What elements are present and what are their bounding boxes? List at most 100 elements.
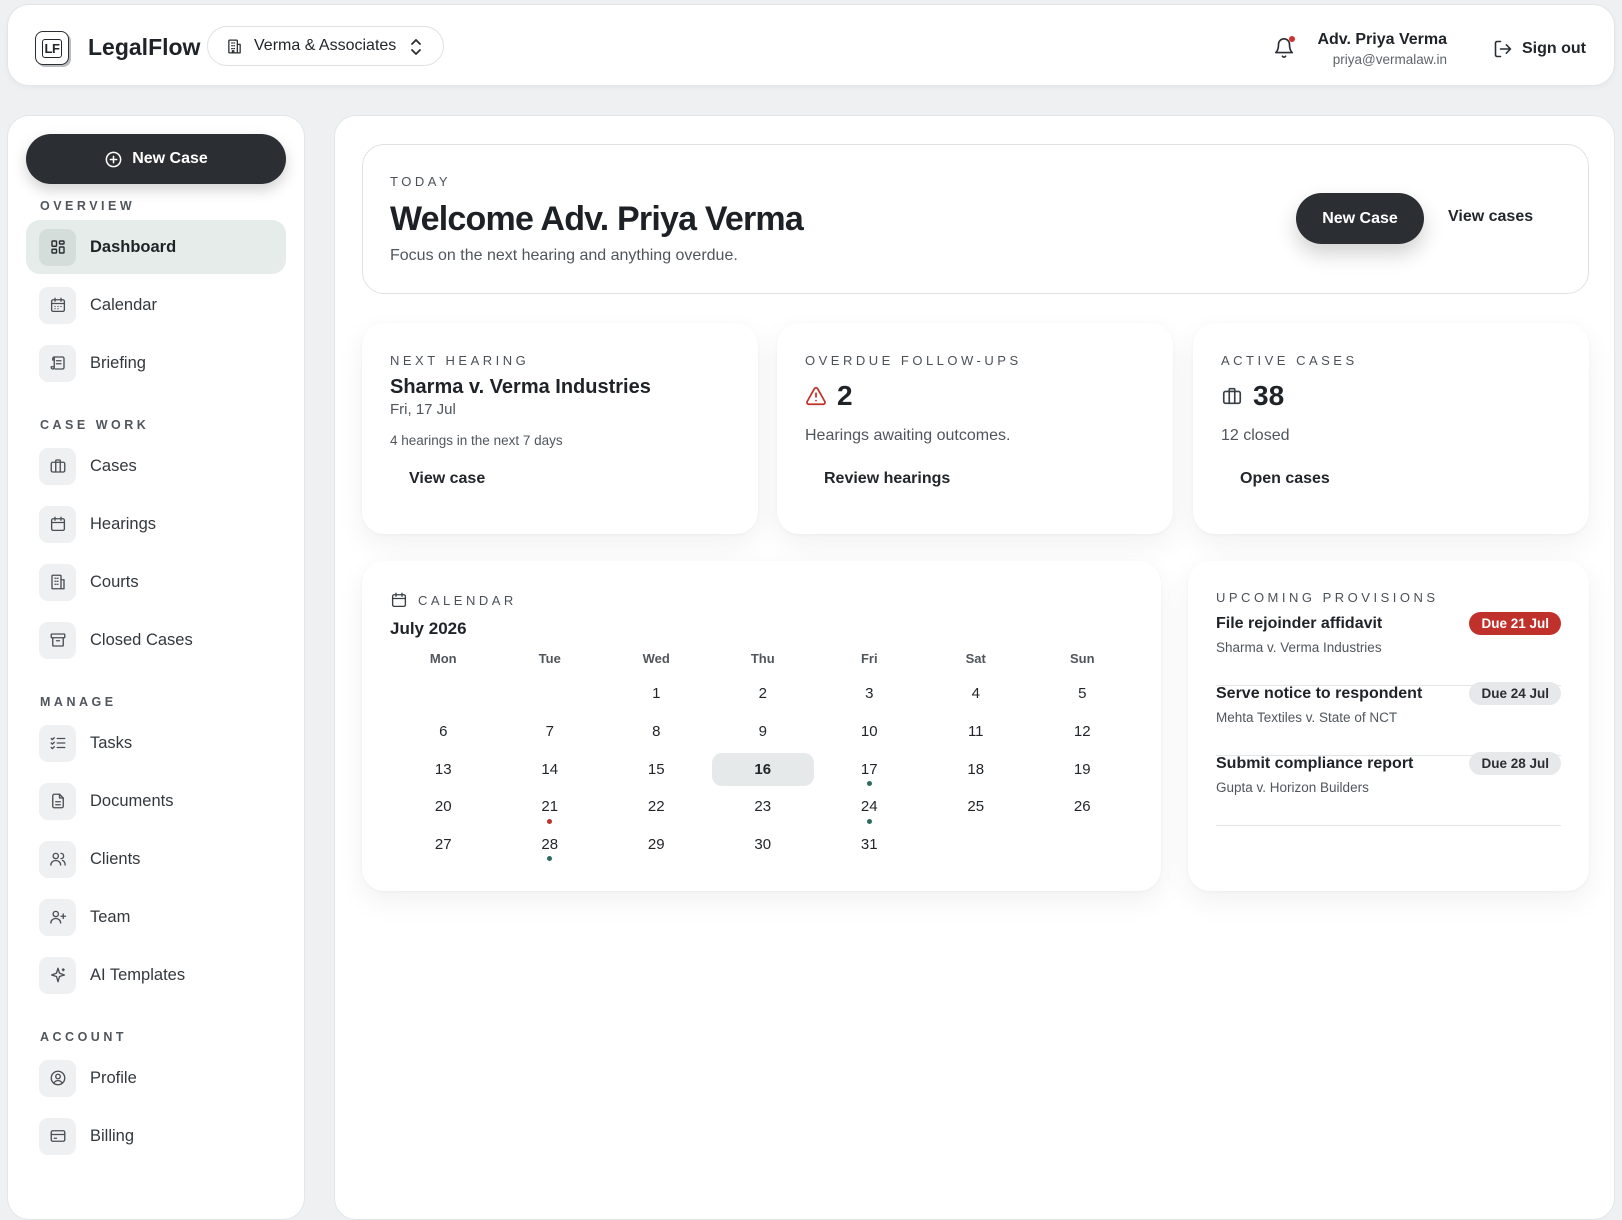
calendar-week-row: 13 14 15 16 17 18 19 [390, 750, 1136, 788]
day-number: 17 [860, 760, 878, 778]
active-cases-card: ACTIVE CASES 38 12 closed Open cases [1193, 323, 1589, 534]
document-icon [39, 782, 76, 820]
calendar-empty-cell [497, 675, 604, 713]
grid-icon [39, 228, 76, 266]
calendar-day[interactable]: 26 [1029, 788, 1136, 826]
calendar-day[interactable]: 14 [497, 750, 604, 788]
sidebar-item-courts[interactable]: Courts [26, 555, 286, 609]
calendar-month: July 2026 [390, 619, 467, 638]
firm-switcher[interactable]: Verma & Associates [207, 26, 444, 66]
day-number: 22 [647, 798, 665, 816]
sidebar-item-label: Billing [90, 1126, 135, 1145]
new-case-button[interactable]: New Case [1296, 193, 1424, 244]
sidebar-item-documents[interactable]: Documents [26, 774, 286, 828]
provisions-card: UPCOMING PROVISIONS File rejoinder affid… [1188, 561, 1589, 891]
section-manage: MANAGE [40, 695, 117, 709]
sidebar-item-briefing[interactable]: Briefing [26, 336, 286, 390]
sidebar-item-dashboard[interactable]: Dashboard [26, 220, 286, 274]
calendar-day[interactable]: 21 [497, 788, 604, 826]
calendar-day[interactable]: 27 [390, 826, 497, 864]
sidebar-item-hearings[interactable]: Hearings [26, 497, 286, 551]
calendar-day[interactable]: 22 [603, 788, 710, 826]
day-number: 7 [545, 723, 554, 741]
open-cases-link[interactable]: Open cases [1240, 470, 1330, 488]
sidebar-item-billing[interactable]: Billing [26, 1109, 286, 1163]
provision-item[interactable]: File rejoinder affidavit Sharma v. Verma… [1216, 612, 1561, 686]
user-circle-icon [39, 1059, 76, 1097]
day-number: 2 [758, 685, 767, 703]
sidebar-item-team[interactable]: Team [26, 890, 286, 944]
active-cases-eyebrow: ACTIVE CASES [1221, 353, 1358, 368]
sidebar-item-label: Documents [90, 791, 174, 810]
provisions-eyebrow: UPCOMING PROVISIONS [1216, 590, 1439, 605]
sidebar-item-ai-templates[interactable]: AI Templates [26, 948, 286, 1002]
chevron-up-down-icon [409, 38, 423, 56]
calendar-day[interactable]: 23 [710, 788, 817, 826]
day-number: 10 [860, 723, 878, 741]
view-cases-button[interactable]: View cases [1448, 208, 1533, 226]
app-logo[interactable]: LF [35, 31, 69, 65]
sign-out-button[interactable]: Sign out [1493, 39, 1586, 59]
sidebar-item-label: Calendar [90, 295, 157, 314]
calendar-day[interactable]: 7 [497, 713, 604, 751]
page-title: Welcome Adv. Priya Verma [390, 200, 804, 238]
credit-card-icon [39, 1117, 76, 1155]
calendar-day[interactable]: 17 [816, 750, 923, 788]
notification-dot [1289, 36, 1295, 42]
calendar-day[interactable]: 30 [710, 826, 817, 864]
next-hearing-title: Sharma v. Verma Industries [390, 376, 651, 398]
provision-case: Sharma v. Verma Industries [1216, 640, 1382, 655]
calendar-day[interactable]: 13 [390, 750, 497, 788]
overdue-card: OVERDUE FOLLOW-UPS 2 Hearings awaiting o… [777, 323, 1173, 534]
weekday-label: Tue [538, 651, 561, 666]
sidebar-item-clients[interactable]: Clients [26, 832, 286, 886]
calendar-day[interactable]: 19 [1029, 750, 1136, 788]
calendar-day[interactable]: 9 [710, 713, 817, 751]
section-account: ACCOUNT [40, 1030, 127, 1044]
calendar-day[interactable]: 4 [923, 675, 1030, 713]
sidebar-new-case-button[interactable]: New Case [26, 134, 286, 184]
user-plus-icon [39, 898, 76, 936]
calendar-day[interactable]: 6 [390, 713, 497, 751]
sidebar-item-closed-cases[interactable]: Closed Cases [26, 613, 286, 667]
review-hearings-link[interactable]: Review hearings [824, 470, 950, 488]
provision-title: File rejoinder affidavit [1216, 615, 1383, 632]
sidebar-item-profile[interactable]: Profile [26, 1051, 286, 1105]
calendar-day[interactable]: 16 [710, 750, 817, 788]
calendar-day[interactable]: 28 [497, 826, 604, 864]
provision-item[interactable]: Serve notice to respondent Mehta Textile… [1216, 682, 1561, 756]
calendar-day[interactable]: 8 [603, 713, 710, 751]
sidebar-item-calendar[interactable]: Calendar [26, 278, 286, 332]
calendar-day[interactable]: 15 [603, 750, 710, 788]
weekday-label: Thu [750, 651, 775, 666]
calendar-day[interactable]: 2 [710, 675, 817, 713]
calendar-day[interactable]: 11 [923, 713, 1030, 751]
day-number: 24 [860, 798, 878, 816]
sidebar-item-label: Briefing [90, 353, 146, 372]
calendar-empty-cell [1029, 826, 1136, 864]
calendar-day[interactable]: 25 [923, 788, 1030, 826]
day-number: 30 [754, 836, 772, 854]
sidebar-item-cases[interactable]: Cases [26, 439, 286, 493]
provision-item[interactable]: Submit compliance report Gupta v. Horizo… [1216, 752, 1561, 826]
due-badge: Due 24 Jul [1469, 682, 1561, 705]
calendar-day[interactable]: 5 [1029, 675, 1136, 713]
calendar-day[interactable]: 31 [816, 826, 923, 864]
calendar-day[interactable]: 10 [816, 713, 923, 751]
calendar-day[interactable]: 1 [603, 675, 710, 713]
day-number: 9 [758, 723, 767, 741]
view-case-link[interactable]: View case [409, 470, 485, 488]
building-icon [226, 38, 243, 55]
sidebar-item-label: Tasks [90, 733, 133, 752]
calendar-day[interactable]: 24 [816, 788, 923, 826]
day-number: 23 [754, 798, 772, 816]
day-number: 26 [1073, 798, 1091, 816]
calendar-day[interactable]: 3 [816, 675, 923, 713]
calendar-day[interactable]: 20 [390, 788, 497, 826]
calendar-day[interactable]: 29 [603, 826, 710, 864]
calendar-day[interactable]: 12 [1029, 713, 1136, 751]
calendar-day[interactable]: 18 [923, 750, 1030, 788]
day-number: 14 [541, 760, 559, 778]
weekday-label: Fri [860, 651, 878, 666]
sidebar-item-tasks[interactable]: Tasks [26, 716, 286, 770]
